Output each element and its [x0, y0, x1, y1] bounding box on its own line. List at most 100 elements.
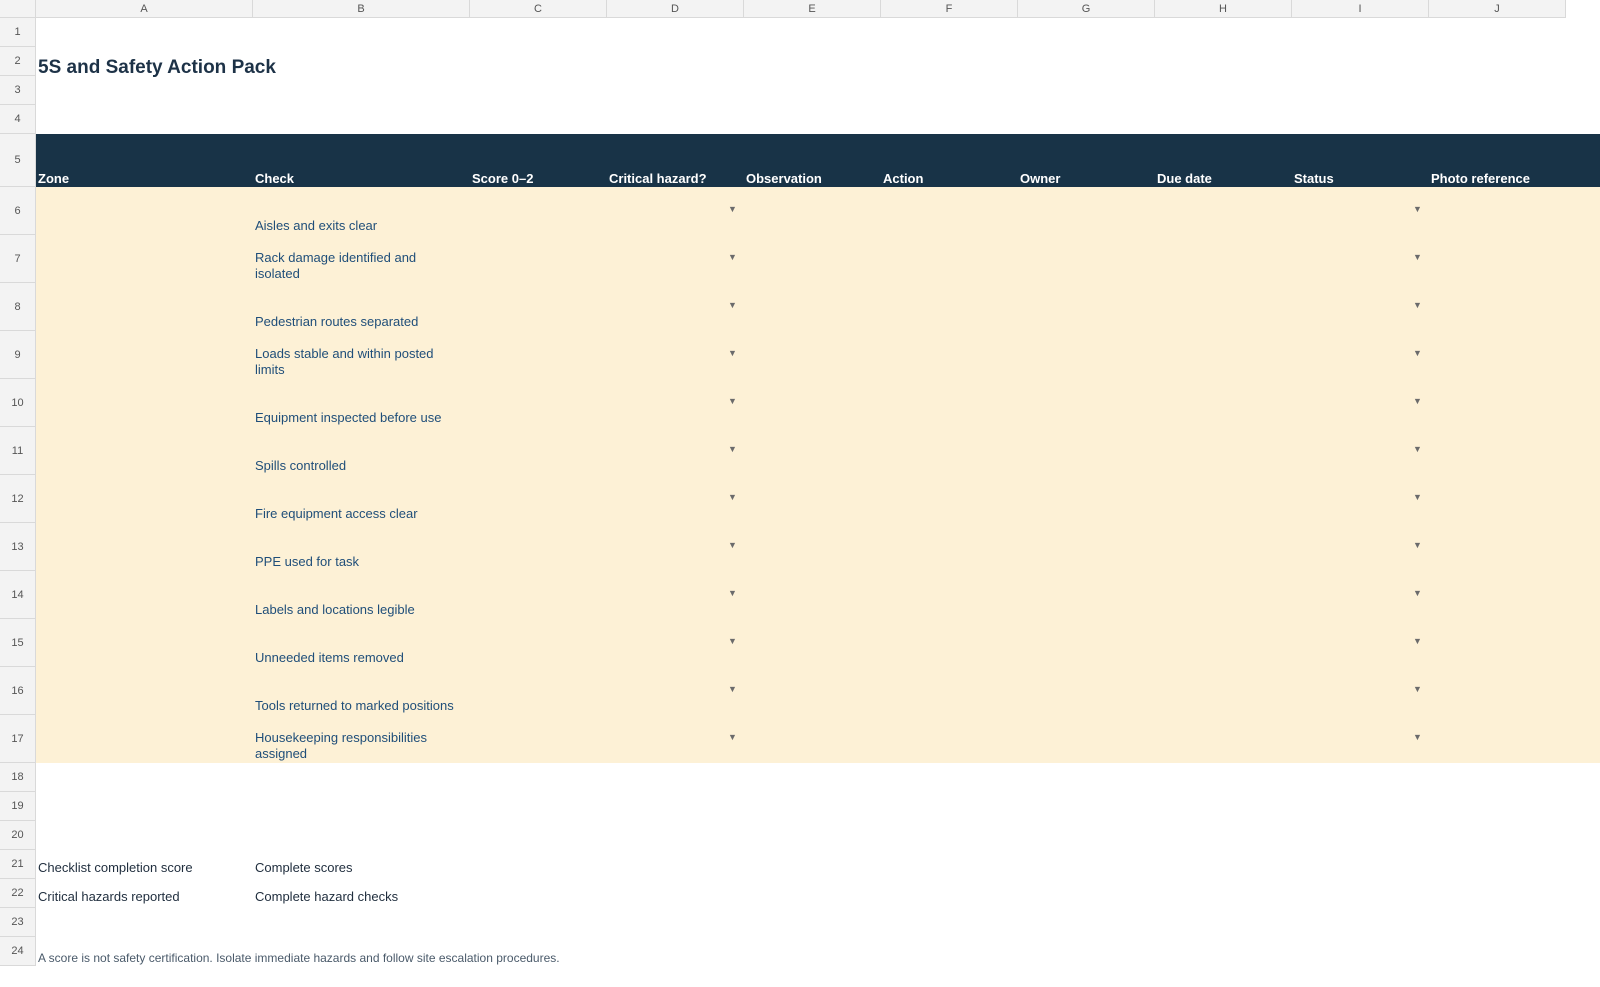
data-cell[interactable] [744, 187, 881, 235]
header-cell[interactable]: Zone [36, 134, 253, 187]
column-header-e[interactable]: E [744, 0, 881, 18]
data-cell[interactable] [1429, 331, 1566, 379]
chevron-down-icon[interactable]: ▼ [1413, 204, 1422, 214]
data-cell[interactable] [36, 475, 253, 523]
data-cell[interactable] [1155, 427, 1292, 475]
data-cell[interactable] [1155, 571, 1292, 619]
row-header-17[interactable]: 17 [0, 715, 36, 763]
chevron-down-icon[interactable]: ▼ [728, 252, 737, 262]
data-cell[interactable] [607, 523, 744, 571]
data-cell[interactable]: Spills controlled [253, 427, 470, 475]
column-header-f[interactable]: F [881, 0, 1018, 18]
chevron-down-icon[interactable]: ▼ [1413, 300, 1422, 310]
summary-label-cell[interactable]: Critical hazards reported [36, 879, 253, 908]
data-cell[interactable] [1155, 475, 1292, 523]
data-cell[interactable] [1292, 331, 1429, 379]
data-cell[interactable]: Rack damage identified and isolated [253, 235, 470, 283]
chevron-down-icon[interactable]: ▼ [728, 444, 737, 454]
data-cell[interactable] [1429, 187, 1566, 235]
data-cell[interactable] [607, 715, 744, 763]
data-cell[interactable] [1292, 235, 1429, 283]
data-cell[interactable] [36, 667, 253, 715]
data-cell[interactable] [36, 571, 253, 619]
data-cell[interactable] [744, 667, 881, 715]
column-header-c[interactable]: C [470, 0, 607, 18]
data-cell[interactable]: Housekeeping responsibilities assigned [253, 715, 470, 763]
data-cell[interactable] [1155, 331, 1292, 379]
data-cell[interactable] [36, 379, 253, 427]
summary-label-cell[interactable]: Checklist completion score [36, 850, 253, 879]
data-cell[interactable] [1292, 619, 1429, 667]
data-cell[interactable] [744, 283, 881, 331]
data-cell[interactable] [1292, 475, 1429, 523]
data-cell[interactable] [36, 331, 253, 379]
chevron-down-icon[interactable]: ▼ [728, 684, 737, 694]
data-cell[interactable] [607, 331, 744, 379]
select-all-corner[interactable] [0, 0, 36, 18]
data-cell[interactable]: Pedestrian routes separated [253, 283, 470, 331]
data-cell[interactable] [1018, 283, 1155, 331]
data-cell[interactable] [1018, 571, 1155, 619]
data-cell[interactable]: Tools returned to marked positions [253, 667, 470, 715]
data-cell[interactable] [470, 667, 607, 715]
data-cell[interactable] [881, 715, 1018, 763]
data-cell[interactable] [1429, 619, 1566, 667]
data-cell[interactable] [744, 619, 881, 667]
data-cell[interactable] [607, 571, 744, 619]
data-cell[interactable] [470, 619, 607, 667]
data-cell[interactable] [881, 379, 1018, 427]
row-header-12[interactable]: 12 [0, 475, 36, 523]
chevron-down-icon[interactable]: ▼ [728, 636, 737, 646]
row-header-4[interactable]: 4 [0, 105, 36, 134]
data-cell[interactable] [1018, 619, 1155, 667]
data-cell[interactable] [1429, 427, 1566, 475]
row-header-7[interactable]: 7 [0, 235, 36, 283]
data-cell[interactable] [470, 187, 607, 235]
data-cell[interactable]: Aisles and exits clear [253, 187, 470, 235]
data-cell[interactable] [1018, 427, 1155, 475]
data-cell[interactable] [1429, 571, 1566, 619]
header-cell[interactable]: Critical hazard? [607, 134, 744, 187]
chevron-down-icon[interactable]: ▼ [1413, 540, 1422, 550]
data-cell[interactable] [744, 715, 881, 763]
header-cell[interactable]: Observation [744, 134, 881, 187]
data-cell[interactable] [470, 523, 607, 571]
data-cell[interactable] [881, 571, 1018, 619]
column-header-b[interactable]: B [253, 0, 470, 18]
column-header-j[interactable]: J [1429, 0, 1566, 18]
chevron-down-icon[interactable]: ▼ [1413, 492, 1422, 502]
data-cell[interactable] [881, 427, 1018, 475]
header-cell[interactable]: Action [881, 134, 1018, 187]
chevron-down-icon[interactable]: ▼ [1413, 348, 1422, 358]
data-cell[interactable] [36, 619, 253, 667]
row-header-18[interactable]: 18 [0, 763, 36, 792]
row-header-9[interactable]: 9 [0, 331, 36, 379]
data-cell[interactable] [607, 187, 744, 235]
summary-value-cell[interactable]: Complete scores [253, 850, 470, 879]
data-cell[interactable] [881, 667, 1018, 715]
chevron-down-icon[interactable]: ▼ [1413, 732, 1422, 742]
data-cell[interactable] [1155, 715, 1292, 763]
data-cell[interactable] [881, 475, 1018, 523]
row-header-22[interactable]: 22 [0, 879, 36, 908]
data-cell[interactable] [744, 331, 881, 379]
data-cell[interactable] [1429, 475, 1566, 523]
data-cell[interactable] [470, 715, 607, 763]
data-cell[interactable] [1155, 187, 1292, 235]
data-cell[interactable] [1155, 235, 1292, 283]
data-cell[interactable] [36, 427, 253, 475]
data-cell[interactable] [1429, 379, 1566, 427]
chevron-down-icon[interactable]: ▼ [728, 492, 737, 502]
data-cell[interactable] [1018, 667, 1155, 715]
data-cell[interactable] [744, 475, 881, 523]
data-cell[interactable]: Loads stable and within posted limits [253, 331, 470, 379]
row-header-14[interactable]: 14 [0, 571, 36, 619]
chevron-down-icon[interactable]: ▼ [1413, 636, 1422, 646]
row-header-5[interactable]: 5 [0, 134, 36, 187]
data-cell[interactable] [744, 379, 881, 427]
data-cell[interactable]: PPE used for task [253, 523, 470, 571]
data-cell[interactable] [470, 427, 607, 475]
header-cell[interactable]: Check [253, 134, 470, 187]
column-header-h[interactable]: H [1155, 0, 1292, 18]
data-cell[interactable] [470, 235, 607, 283]
